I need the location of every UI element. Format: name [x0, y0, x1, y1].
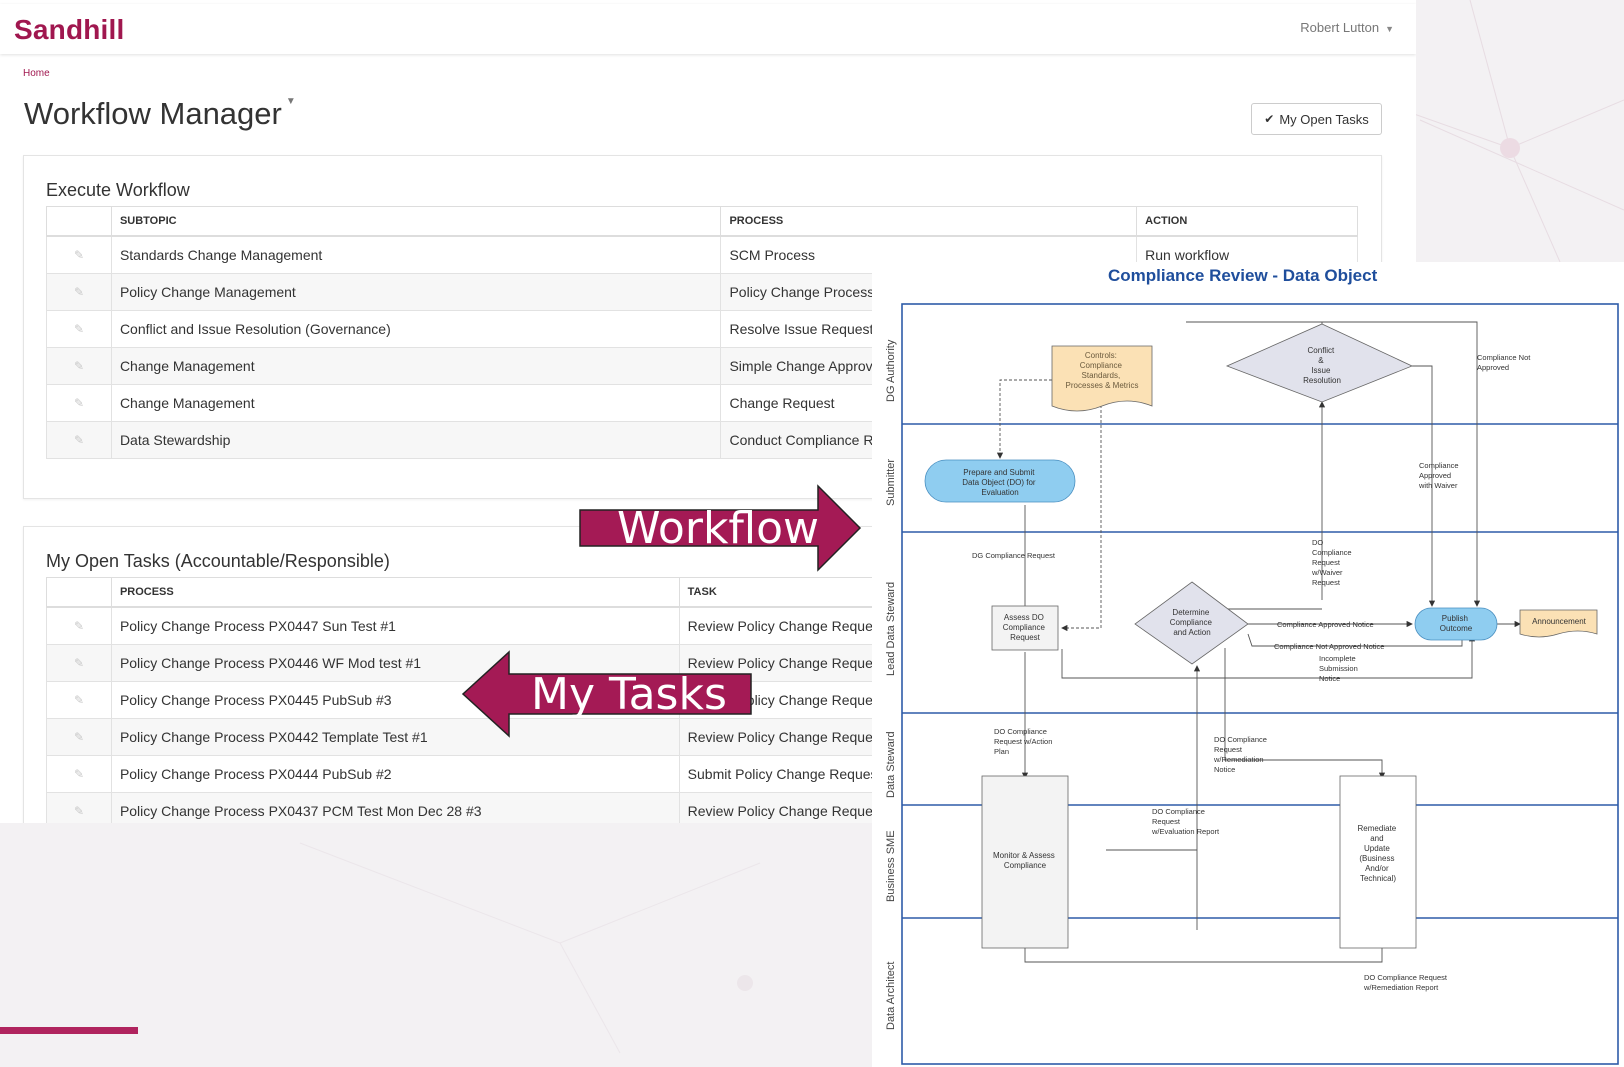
pencil-icon[interactable]: ✎	[46, 273, 112, 311]
subtopic-cell: Change Management	[110, 384, 722, 422]
pencil-icon[interactable]: ✎	[46, 792, 112, 823]
lane-label-dg-authority: DG Authority	[885, 339, 897, 402]
column-header-subtopic[interactable]: SUBTOPIC	[110, 206, 722, 237]
remediate-node[interactable]: Remediate and Update (Business And/or Te…	[1339, 775, 1417, 949]
monitor-assess-node[interactable]: Monitor & Assess Compliance	[981, 775, 1069, 949]
announcement-document-node[interactable]: Announcement	[1519, 609, 1598, 638]
pencil-icon[interactable]: ✎	[46, 347, 112, 385]
pencil-icon[interactable]: ✎	[46, 235, 112, 274]
column-header-blank	[46, 206, 112, 237]
process-cell: Policy Change Process PX0447 Sun Test #1	[110, 606, 680, 645]
lane-label-submitter: Submitter	[885, 459, 897, 506]
process-cell: Policy Change Process PX0437 PCM Test Mo…	[110, 792, 680, 823]
controls-document-node[interactable]: Controls: Compliance Standards, Processe…	[1051, 345, 1153, 412]
workflow-callout-label: Workflow	[617, 503, 820, 554]
pencil-icon[interactable]: ✎	[46, 606, 112, 645]
svg-text:Announcement: Announcement	[1532, 617, 1587, 626]
my-open-tasks-label: My Open Tasks	[1279, 111, 1369, 127]
top-navbar: Sandhill Robert Lutton ▼	[0, 4, 1416, 54]
subtopic-cell: Standards Change Management	[110, 235, 722, 274]
page-title-text: Workflow Manager	[24, 96, 282, 131]
edge-label-remediation-report: DO Compliance Request w/Remediation Repo…	[1363, 973, 1449, 992]
pencil-icon[interactable]: ✎	[46, 310, 112, 348]
lane-label-lead-data-steward: Lead Data Steward	[885, 582, 897, 676]
subtopic-cell: Conflict and Issue Resolution (Governanc…	[110, 310, 722, 348]
table-header-row: SUBTOPIC PROCESS ACTION	[46, 206, 1358, 237]
edge-label-approved-notice: Compliance Approved Notice	[1277, 620, 1374, 629]
edge-label-remediation-notice: DO Compliance Request w/Remediation Noti…	[1213, 735, 1269, 774]
edge-label-dg-request: DG Compliance Request	[972, 551, 1056, 560]
breadcrumb-home[interactable]: Home	[23, 68, 50, 79]
user-menu[interactable]: Robert Lutton ▼	[1300, 20, 1394, 35]
prepare-submit-node[interactable]: Prepare and Submit Data Object (DO) for …	[924, 459, 1076, 503]
svg-text:Publish Outcome: Publish Outcome	[1440, 614, 1473, 633]
column-header-blank	[46, 577, 112, 608]
page-title[interactable]: Workflow Manager ▼	[24, 96, 296, 132]
subtopic-cell: Data Stewardship	[110, 421, 722, 459]
execute-workflow-title: Execute Workflow	[46, 180, 190, 200]
edge-label-incomplete: Incomplete Submission Notice	[1319, 654, 1360, 683]
conflict-decision-node[interactable]: Conflict & Issue Resolution	[1225, 323, 1414, 403]
determine-decision-node[interactable]: Determine Compliance and Action	[1134, 581, 1249, 665]
process-cell: Policy Change Process PX0444 PubSub #2	[110, 755, 680, 793]
sandhill-logo[interactable]: Sandhill	[14, 14, 125, 46]
lane-label-business-sme: Business SME	[885, 830, 897, 902]
diagram-title: Compliance Review - Data Object	[1108, 266, 1378, 285]
column-header-process[interactable]: PROCESS	[110, 577, 680, 608]
user-name: Robert Lutton	[1300, 20, 1380, 35]
pencil-icon[interactable]: ✎	[46, 384, 112, 422]
subtopic-cell: Policy Change Management	[110, 273, 722, 311]
my-tasks-callout-label: My Tasks	[531, 669, 727, 720]
edge-label-not-approved: Compliance Not Approved	[1477, 353, 1532, 372]
pencil-icon[interactable]: ✎	[46, 644, 112, 682]
my-open-tasks-title: My Open Tasks (Accountable/Responsible)	[46, 551, 390, 571]
pencil-icon[interactable]: ✎	[46, 421, 112, 459]
svg-text:Remediate and Upda: Remediate and Update (Business And/or Te…	[1358, 824, 1399, 883]
edge-label-action-plan: DO Compliance Request w/Action Plan	[994, 727, 1054, 756]
accent-bar	[0, 1027, 138, 1034]
column-header-action[interactable]: ACTION	[1136, 206, 1358, 237]
check-icon: ✔	[1264, 112, 1275, 126]
column-header-process[interactable]: PROCESS	[720, 206, 1138, 237]
assess-node[interactable]: Assess DO Compliance Request	[991, 605, 1059, 651]
svg-text:Determine Compliance: Determine Compliance and Action	[1170, 608, 1214, 637]
lane-label-data-steward: Data Steward	[885, 731, 897, 798]
edge-label-approved-waiver: Compliance Approved with Waiver	[1418, 461, 1461, 490]
swimlane-diagram: DG Authority Submitter Lead Data Steward…	[885, 303, 1619, 1065]
my-open-tasks-button[interactable]: ✔ My Open Tasks	[1251, 103, 1382, 135]
subtopic-cell: Change Management	[110, 347, 722, 385]
edge-label-evaluation-report: DO Compliance Request w/Evaluation Repor…	[1151, 807, 1220, 836]
chevron-down-icon: ▼	[1385, 24, 1394, 34]
lane-label-data-architect: Data Architect	[885, 962, 897, 1030]
publish-outcome-node[interactable]: Publish Outcome	[1414, 607, 1498, 641]
edge-label-waiver-request: DO Compliance Request w/Waiver Request	[1311, 538, 1354, 587]
chevron-down-icon: ▼	[285, 96, 296, 107]
pencil-icon[interactable]: ✎	[46, 755, 112, 793]
pencil-icon[interactable]: ✎	[46, 718, 112, 756]
pencil-icon[interactable]: ✎	[46, 681, 112, 719]
edge-label-not-approved-notice: Compliance Not Approved Notice	[1274, 642, 1384, 651]
